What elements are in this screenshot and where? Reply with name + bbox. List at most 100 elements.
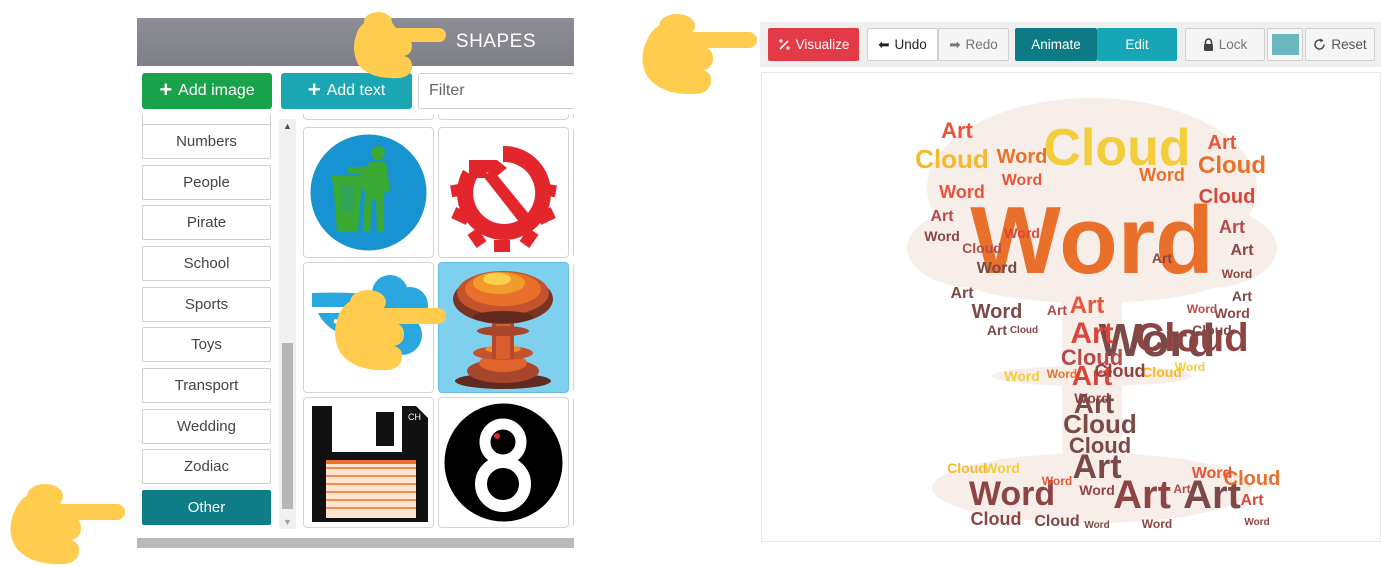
word-art-word: Cloud xyxy=(1192,322,1232,338)
shape-tile-hammer-gear[interactable] xyxy=(438,127,569,258)
add-image-button[interactable]: + Add image xyxy=(142,73,272,109)
category-item-wedding[interactable]: Wedding xyxy=(142,409,271,444)
word-art-word: Word xyxy=(1187,302,1217,316)
category-item-toys[interactable]: Toys xyxy=(142,327,271,362)
visualize-button[interactable]: Visualize xyxy=(768,28,859,61)
reset-label: Reset xyxy=(1331,37,1367,52)
word-art-word: Art xyxy=(1219,217,1245,237)
category-item-zodiac[interactable]: Zodiac xyxy=(142,449,271,484)
word-art-word: Art xyxy=(941,118,973,143)
add-text-label: Add text xyxy=(326,82,386,99)
category-item-sports[interactable]: Sports xyxy=(142,287,271,322)
redo-arrow-icon: ➡ xyxy=(949,36,961,52)
magic-wand-icon xyxy=(778,39,790,50)
shape-tile-partial[interactable] xyxy=(573,397,574,528)
mushroom-cloud-icon xyxy=(453,271,553,389)
shape-tile-partial[interactable] xyxy=(303,114,434,120)
animate-button[interactable]: Animate xyxy=(1015,28,1097,61)
shape-tile-floppy-disk[interactable]: CH xyxy=(303,397,434,528)
color-swatch xyxy=(1271,34,1299,55)
animate-label: Animate xyxy=(1031,37,1081,52)
word-art-word: Art xyxy=(1232,288,1253,304)
plus-icon: + xyxy=(159,77,173,102)
eight-ball-icon xyxy=(444,403,563,522)
word-art-word: Word xyxy=(984,460,1020,476)
word-art-word: Art xyxy=(1240,492,1264,509)
shape-tile-eight-ball[interactable] xyxy=(438,397,569,528)
word-art-word: Art xyxy=(950,285,974,302)
word-art-word: Word xyxy=(1047,367,1077,381)
shapes-title: SHAPES xyxy=(455,31,536,52)
word-art-word: Word xyxy=(1004,225,1040,241)
undo-arrow-icon: ⬅ xyxy=(878,36,890,52)
reset-button[interactable]: Reset xyxy=(1305,28,1375,61)
word-art-word: Cloud xyxy=(947,460,987,476)
category-list: Numbers People Pirate School Sports Toys… xyxy=(137,114,278,530)
word-art-word: Cloud xyxy=(1198,152,1266,179)
floppy-label: CH xyxy=(408,412,421,422)
word-art-word: Word xyxy=(939,182,985,202)
hammer-and-gear-icon xyxy=(450,145,557,252)
shape-tile-partial[interactable] xyxy=(573,127,574,258)
category-item-other[interactable]: Other xyxy=(142,490,271,525)
add-image-label: Add image xyxy=(178,82,255,99)
word-art-word: Cloud xyxy=(1034,513,1079,530)
redo-button[interactable]: ➡ Redo xyxy=(938,28,1009,61)
word-art-word: Word xyxy=(977,260,1018,277)
word-art-word: Word xyxy=(924,228,960,244)
panel-footer-bar xyxy=(137,538,574,548)
pointing-hand-icon xyxy=(354,12,446,79)
lock-button[interactable]: Lock xyxy=(1185,28,1265,61)
tidy-man-icon xyxy=(310,134,427,251)
word-art-word: Art xyxy=(1173,482,1190,496)
word-art-mushroom-cloud: WordCloudWordCloudCloud CloudWordArtWord W… xyxy=(907,98,1280,531)
word-art-canvas[interactable]: Word Cloud Word Cloud Cloud Cloud Word Art Word W… xyxy=(761,72,1381,542)
lock-icon xyxy=(1203,38,1213,51)
pointing-hand-icon xyxy=(10,484,125,565)
shape-tile-tidy-man[interactable] xyxy=(303,127,434,258)
category-item-school[interactable]: School xyxy=(142,246,271,281)
word-art-word: Word xyxy=(1175,360,1205,374)
word-art-word: Cloud xyxy=(1010,325,1038,336)
undo-button[interactable]: ⬅ Undo xyxy=(867,28,938,61)
word-art-word: Cloud xyxy=(1095,361,1146,381)
category-scrollbar[interactable]: ▲ ▼ xyxy=(279,119,296,529)
pointing-hand-icon xyxy=(335,290,446,371)
word-art-word: Word xyxy=(1222,267,1252,281)
word-art-word: Cloud xyxy=(971,509,1022,529)
reset-icon xyxy=(1314,38,1326,50)
word-art-word: Cloud xyxy=(1199,186,1256,208)
word-art-word: Art xyxy=(1230,242,1254,259)
shape-tile-partial[interactable] xyxy=(573,114,574,120)
shape-tile-partial[interactable] xyxy=(438,114,569,120)
word-art-word: Cloud xyxy=(915,144,989,174)
word-art-word: Word xyxy=(1004,368,1040,384)
word-art-toolbar: Visualize ⬅ Undo ➡ Redo Animate Edit Loc… xyxy=(760,22,1381,67)
floppy-disk-icon: CH xyxy=(312,406,428,522)
shape-tile-mushroom-cloud[interactable] xyxy=(438,262,569,393)
pointing-hand-icon xyxy=(642,14,757,95)
color-picker-button[interactable] xyxy=(1267,28,1303,61)
word-art-word: Word xyxy=(1214,305,1250,321)
category-item-transport[interactable]: Transport xyxy=(142,368,271,403)
word-art-word: Word xyxy=(997,146,1048,168)
category-item-pirate[interactable]: Pirate xyxy=(142,205,271,240)
word-art-word: Art xyxy=(1208,132,1237,154)
word-art-word: Word xyxy=(972,301,1023,323)
category-item-people[interactable]: People xyxy=(142,165,271,200)
edit-label: Edit xyxy=(1125,37,1149,52)
word-art-word: Word xyxy=(1192,465,1233,482)
lock-label: Lock xyxy=(1218,37,1248,52)
word-art-word: Word xyxy=(1142,517,1172,531)
scroll-up-arrow-icon[interactable]: ▲ xyxy=(279,119,296,133)
word-art-word: Art xyxy=(1070,292,1105,319)
scroll-thumb[interactable] xyxy=(282,343,293,509)
scroll-down-arrow-icon[interactable]: ▼ xyxy=(279,515,296,529)
visualize-label: Visualize xyxy=(795,37,850,52)
plus-icon: + xyxy=(307,77,321,102)
word-art-word: Word xyxy=(1139,165,1185,185)
word-art-word: Word xyxy=(1002,172,1043,189)
shape-tile-partial[interactable] xyxy=(573,262,574,393)
edit-button[interactable]: Edit xyxy=(1097,28,1177,61)
category-item-numbers[interactable]: Numbers xyxy=(142,124,271,159)
